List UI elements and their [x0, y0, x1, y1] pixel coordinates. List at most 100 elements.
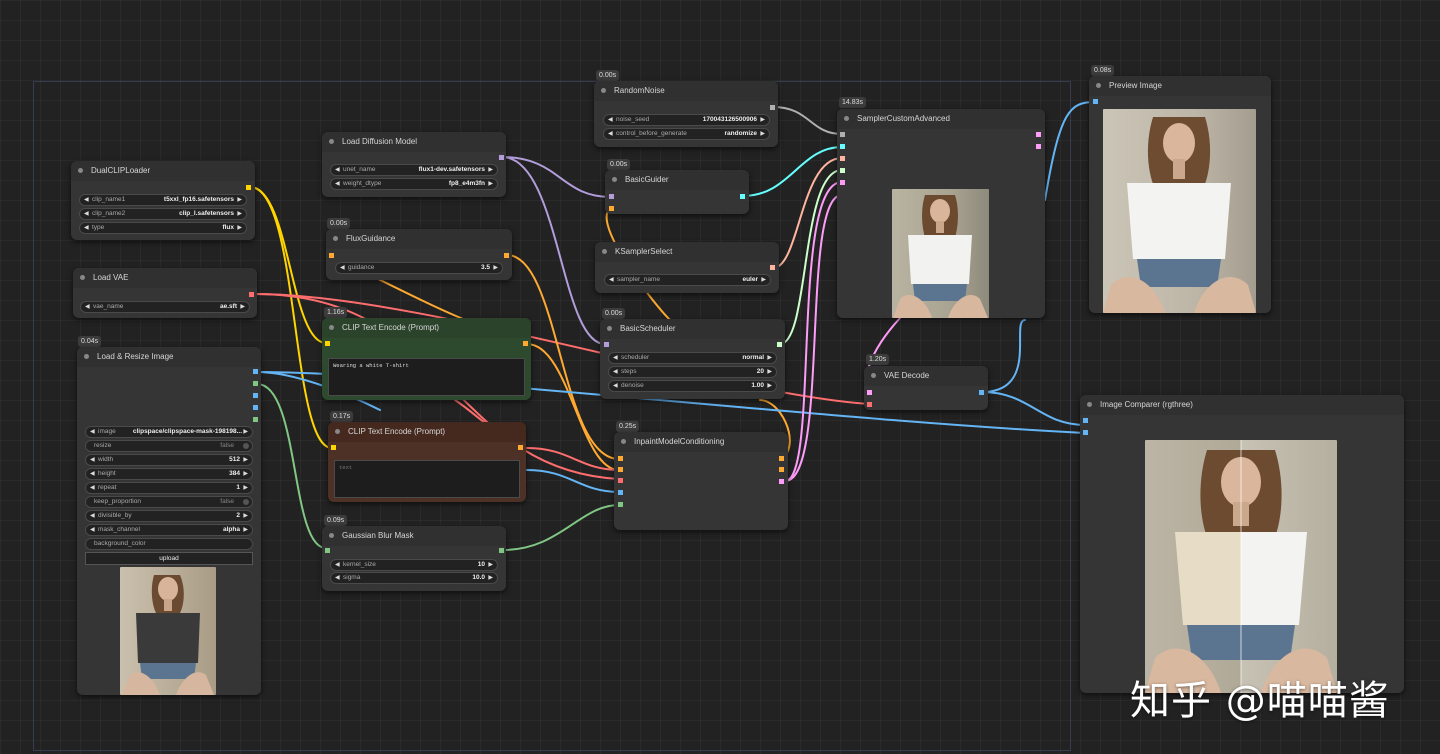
node-title[interactable]: Preview Image	[1089, 76, 1271, 96]
widget-width[interactable]: ◀ width 512 ▶	[85, 454, 253, 466]
arrow-left-icon[interactable]: ◀	[90, 455, 95, 465]
prompt-text-area[interactable]: text	[334, 460, 520, 498]
input-port-guider[interactable]	[840, 144, 845, 149]
upload-button[interactable]: upload	[85, 552, 253, 565]
arrow-right-icon[interactable]: ▶	[493, 263, 498, 273]
node-ksampler-select[interactable]: KSamplerSelect ◀ sampler_name euler ▶	[595, 242, 779, 293]
widget-guidance[interactable]: ◀ guidance 3.5 ▶	[335, 262, 503, 274]
input-port-vae[interactable]	[618, 478, 623, 483]
widget-sampler-name[interactable]: ◀ sampler_name euler ▶	[604, 274, 771, 286]
widget-mask-channel[interactable]: ◀ mask_channel alpha ▶	[85, 524, 253, 536]
output-port-positive[interactable]	[779, 456, 784, 461]
output-port-conditioning[interactable]	[523, 341, 528, 346]
arrow-left-icon[interactable]: ◀	[335, 560, 340, 570]
node-title[interactable]: CLIP Text Encode (Prompt)	[322, 318, 531, 338]
arrow-left-icon[interactable]: ◀	[90, 469, 95, 479]
node-clip-text-encode-positive[interactable]: CLIP Text Encode (Prompt) Wearing a whit…	[322, 318, 531, 400]
widget-background-color[interactable]: background_color	[85, 538, 253, 550]
node-load-vae[interactable]: Load VAE ◀ vae_name ae.sft ▶	[73, 268, 257, 318]
arrow-right-icon[interactable]: ▶	[243, 525, 248, 535]
output-port-image[interactable]	[253, 369, 258, 374]
arrow-right-icon[interactable]: ▶	[488, 560, 493, 570]
node-title[interactable]: BasicScheduler	[600, 319, 785, 339]
arrow-right-icon[interactable]: ▶	[243, 511, 248, 521]
output-port-conditioning[interactable]	[504, 253, 509, 258]
node-basic-scheduler[interactable]: BasicScheduler ◀ scheduler normal ▶ ◀ steps 2…	[600, 319, 785, 399]
widget-scheduler[interactable]: ◀ scheduler normal ▶	[608, 352, 777, 364]
widget-vae-name[interactable]: ◀ vae_name ae.sft ▶	[80, 301, 250, 313]
arrow-right-icon[interactable]: ▶	[243, 455, 248, 465]
arrow-left-icon[interactable]: ◀	[335, 165, 340, 175]
node-title[interactable]: Gaussian Blur Mask	[322, 526, 506, 546]
arrow-left-icon[interactable]: ◀	[90, 427, 95, 437]
widget-steps[interactable]: ◀ steps 20 ▶	[608, 366, 777, 378]
node-preview-image[interactable]: Preview Image	[1089, 76, 1271, 313]
node-gaussian-blur-mask[interactable]: Gaussian Blur Mask ◀ kernel_size 10 ▶ ◀ sigm…	[322, 526, 506, 591]
input-port-vae[interactable]	[867, 402, 872, 407]
arrow-right-icon[interactable]: ▶	[237, 209, 242, 219]
widget-type[interactable]: ◀ type flux ▶	[79, 222, 247, 234]
output-port-guider[interactable]	[740, 194, 745, 199]
arrow-left-icon[interactable]: ◀	[90, 483, 95, 493]
arrow-right-icon[interactable]: ▶	[237, 195, 242, 205]
arrow-right-icon[interactable]: ▶	[243, 427, 248, 437]
comparer-image[interactable]	[1145, 440, 1337, 693]
input-port-conditioning[interactable]	[609, 206, 614, 211]
input-port-latent[interactable]	[840, 180, 845, 185]
widget-image[interactable]: ◀ image clipspace/clipspace-mask-198198...…	[85, 426, 253, 438]
output-port-negative[interactable]	[779, 467, 784, 472]
widget-unet-name[interactable]: ◀ unet_name flux1-dev.safetensors ▶	[330, 164, 498, 176]
output-port-sampler[interactable]	[770, 265, 775, 270]
arrow-left-icon[interactable]: ◀	[84, 195, 89, 205]
node-vae-decode[interactable]: VAE Decode	[864, 366, 988, 410]
arrow-right-icon[interactable]: ▶	[243, 483, 248, 493]
input-port-sigmas[interactable]	[840, 168, 845, 173]
node-inpaint-model-conditioning[interactable]: InpaintModelConditioning	[614, 432, 788, 530]
arrow-right-icon[interactable]: ▶	[760, 129, 765, 139]
output-port-image[interactable]	[979, 390, 984, 395]
output-port-mask[interactable]	[499, 548, 504, 553]
output-port-clip[interactable]	[246, 185, 251, 190]
input-port-clip[interactable]	[325, 341, 330, 346]
node-graph-canvas[interactable]: DualCLIPLoader ◀ clip_name1 t5xxl_fp16.saf…	[0, 0, 1440, 754]
input-port-clip[interactable]	[331, 445, 336, 450]
arrow-right-icon[interactable]: ▶	[237, 223, 242, 233]
arrow-left-icon[interactable]: ◀	[608, 115, 613, 125]
arrow-left-icon[interactable]: ◀	[613, 367, 618, 377]
input-port-mask[interactable]	[325, 548, 330, 553]
output-port-model[interactable]	[499, 155, 504, 160]
node-dual-clip-loader[interactable]: DualCLIPLoader ◀ clip_name1 t5xxl_fp16.saf…	[71, 161, 255, 240]
input-port-image-b[interactable]	[1083, 430, 1088, 435]
output-port-denoised[interactable]	[1036, 144, 1041, 149]
input-port-conditioning[interactable]	[329, 253, 334, 258]
input-port-noise[interactable]	[840, 132, 845, 137]
input-port-positive[interactable]	[618, 456, 623, 461]
arrow-right-icon[interactable]: ▶	[767, 381, 772, 391]
arrow-right-icon[interactable]: ▶	[760, 115, 765, 125]
node-title[interactable]: BasicGuider	[605, 170, 749, 190]
arrow-left-icon[interactable]: ◀	[84, 223, 89, 233]
output-port-conditioning[interactable]	[518, 445, 523, 450]
prompt-text-area[interactable]: Wearing a white T-shirt	[328, 358, 525, 396]
node-image-comparer[interactable]: Image Comparer (rgthree)	[1080, 395, 1404, 693]
widget-noise-seed[interactable]: ◀ noise_seed 170043126500906 ▶	[603, 114, 770, 126]
widget-clip-name2[interactable]: ◀ clip_name2 clip_l.safetensors ▶	[79, 208, 247, 220]
node-title[interactable]: SamplerCustomAdvanced	[837, 109, 1045, 129]
arrow-left-icon[interactable]: ◀	[613, 353, 618, 363]
widget-clip-name1[interactable]: ◀ clip_name1 t5xxl_fp16.safetensors ▶	[79, 194, 247, 206]
widget-repeat[interactable]: ◀ repeat 1 ▶	[85, 482, 253, 494]
arrow-right-icon[interactable]: ▶	[767, 353, 772, 363]
output-port-mask-2[interactable]	[253, 417, 258, 422]
arrow-left-icon[interactable]: ◀	[613, 381, 618, 391]
output-port-height[interactable]	[253, 405, 258, 410]
arrow-left-icon[interactable]: ◀	[84, 209, 89, 219]
arrow-left-icon[interactable]: ◀	[609, 275, 614, 285]
input-port-samples[interactable]	[867, 390, 872, 395]
node-sampler-custom-advanced[interactable]: SamplerCustomAdvanced	[837, 109, 1045, 318]
arrow-left-icon[interactable]: ◀	[340, 263, 345, 273]
node-title[interactable]: FluxGuidance	[326, 229, 512, 249]
widget-keep-proportion-toggle[interactable]: keep_proportion false	[85, 496, 253, 508]
arrow-left-icon[interactable]: ◀	[335, 573, 340, 583]
arrow-right-icon[interactable]: ▶	[761, 275, 766, 285]
widget-height[interactable]: ◀ height 384 ▶	[85, 468, 253, 480]
